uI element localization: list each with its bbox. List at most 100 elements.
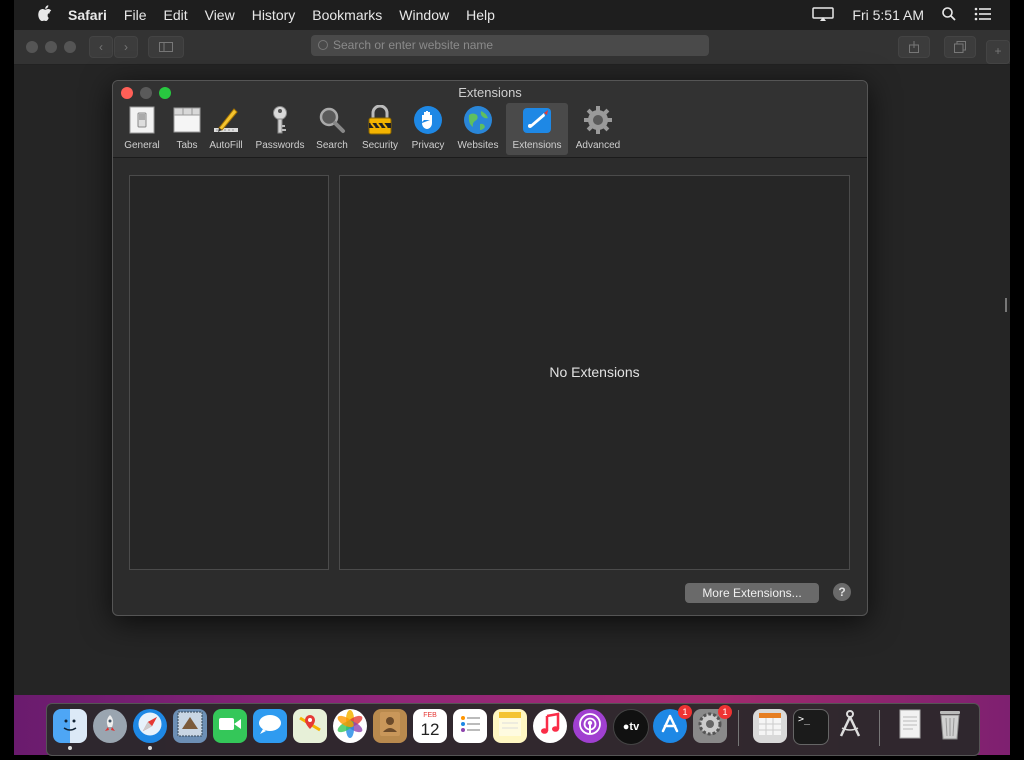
autofill-pencil-icon: [211, 105, 241, 135]
dock-app-store[interactable]: 1: [653, 705, 692, 743]
tab-passwords[interactable]: Passwords: [251, 103, 309, 155]
dock-photos[interactable]: [333, 709, 367, 743]
extensions-list[interactable]: [129, 175, 329, 570]
share-button[interactable]: [898, 36, 930, 58]
calendar-day: 12: [420, 720, 440, 739]
dock-separator: [738, 710, 739, 746]
forward-button[interactable]: ›: [114, 36, 138, 58]
sidebar-icon: [159, 41, 173, 55]
address-search-icon: [318, 40, 328, 50]
tab-websites-label: Websites: [457, 140, 499, 151]
dock-xcode-instruments[interactable]: [833, 709, 867, 743]
video-camera-icon: [218, 716, 242, 737]
tab-passwords-label: Passwords: [255, 140, 305, 151]
dock-safari[interactable]: [133, 709, 167, 750]
dock-system-preferences[interactable]: 1: [693, 705, 732, 743]
menu-edit[interactable]: Edit: [163, 7, 187, 23]
menu-bookmarks[interactable]: Bookmarks: [312, 7, 382, 23]
more-extensions-button[interactable]: More Extensions...: [685, 583, 819, 603]
rocket-icon: [100, 714, 120, 739]
dock-messages[interactable]: [253, 709, 287, 743]
dock-contacts[interactable]: [373, 709, 407, 743]
dock-maps[interactable]: [293, 709, 327, 743]
compass-tool-icon: [836, 709, 864, 744]
sidebar-toggle-button[interactable]: [148, 36, 184, 58]
tab-security[interactable]: Security: [355, 103, 405, 155]
music-note-icon: [539, 712, 561, 741]
terminal-prompt-icon: >_: [798, 714, 811, 725]
globe-icon: [463, 105, 493, 135]
dock-apple-tv[interactable]: ●tv: [613, 709, 649, 745]
menu-view[interactable]: View: [205, 7, 235, 23]
tab-general[interactable]: General: [117, 103, 167, 155]
safari-toolbar: ‹ › Search or enter website name +: [14, 30, 1010, 65]
extensions-icon: [522, 105, 552, 135]
airplay-display-icon[interactable]: [812, 6, 835, 24]
map-pin-icon: [298, 712, 322, 741]
tab-extensions[interactable]: Extensions: [506, 103, 568, 155]
dock-calendar[interactable]: FEB 12: [413, 709, 447, 743]
back-button[interactable]: ‹: [89, 36, 113, 58]
dock-terminal[interactable]: >_: [793, 709, 829, 745]
dock-documents-stack[interactable]: [893, 709, 927, 743]
dock-launchpad[interactable]: [93, 709, 127, 743]
menu-history[interactable]: History: [252, 7, 296, 23]
menu-safari[interactable]: Safari: [68, 7, 107, 23]
dock-mail-photo-app[interactable]: [173, 709, 207, 743]
tab-search-label: Search: [316, 140, 348, 151]
chevron-right-icon: ›: [124, 40, 128, 54]
menu-file[interactable]: File: [124, 7, 147, 23]
tab-security-label: Security: [361, 140, 399, 151]
plus-icon: +: [994, 44, 1002, 58]
address-bar[interactable]: Search or enter website name: [311, 35, 709, 56]
tab-search[interactable]: Search: [311, 103, 353, 155]
notification-center-icon[interactable]: [974, 7, 992, 24]
spotlight-search-icon[interactable]: [942, 6, 956, 24]
tab-tabs-label: Tabs: [176, 140, 198, 151]
safari-close-button[interactable]: [26, 41, 38, 53]
dock-notes[interactable]: [493, 709, 527, 743]
gear-icon: [583, 105, 613, 135]
running-indicator: [148, 746, 152, 750]
dock-finder[interactable]: [53, 709, 87, 750]
running-indicator: [68, 746, 72, 750]
safari-minimize-button[interactable]: [45, 41, 57, 53]
new-tab-button[interactable]: +: [986, 40, 1010, 64]
dock: FEB 12 ●tv 1 1 >_: [46, 703, 980, 756]
menubar-status-area: Fri 5:51 AM: [794, 0, 992, 30]
reminders-list-icon: [458, 712, 482, 741]
menu-window[interactable]: Window: [399, 7, 449, 23]
menubar-clock[interactable]: Fri 5:51 AM: [852, 7, 924, 23]
tab-websites[interactable]: Websites: [453, 103, 503, 155]
spreadsheet-icon: [758, 712, 782, 741]
finder-face-icon: [58, 712, 82, 741]
menu-help[interactable]: Help: [466, 7, 495, 23]
trash-icon: [937, 708, 963, 745]
tab-privacy[interactable]: Privacy: [406, 103, 450, 155]
dock-separator: [879, 710, 880, 746]
safari-zoom-button[interactable]: [64, 41, 76, 53]
apple-menu-icon[interactable]: [34, 5, 56, 25]
tab-tabs[interactable]: Tabs: [167, 103, 207, 155]
dock-reminders[interactable]: [453, 709, 487, 743]
tab-advanced[interactable]: Advanced: [571, 103, 625, 155]
dock-trash[interactable]: [933, 709, 967, 743]
dock-podcasts[interactable]: [573, 709, 607, 743]
chat-bubble-icon: [258, 713, 282, 740]
show-tabs-button[interactable]: [944, 36, 976, 58]
dock-numbers-doc[interactable]: [753, 709, 787, 743]
dock-music[interactable]: [533, 709, 567, 743]
app-store-badge: 1: [678, 705, 692, 719]
key-icon: [265, 105, 295, 135]
tv-logo-icon: ●tv: [622, 721, 640, 733]
tab-autofill[interactable]: AutoFill: [205, 103, 247, 155]
chevron-left-icon: ‹: [99, 40, 103, 54]
no-extensions-message: No Extensions: [549, 364, 640, 380]
magnifier-icon: [317, 105, 347, 135]
app-store-icon: [659, 713, 681, 740]
tabs-overview-icon: [954, 41, 966, 56]
help-button[interactable]: ?: [833, 583, 851, 601]
photos-flower-icon: [336, 709, 364, 743]
dock-facetime[interactable]: [213, 709, 247, 743]
tab-autofill-label: AutoFill: [209, 140, 243, 151]
